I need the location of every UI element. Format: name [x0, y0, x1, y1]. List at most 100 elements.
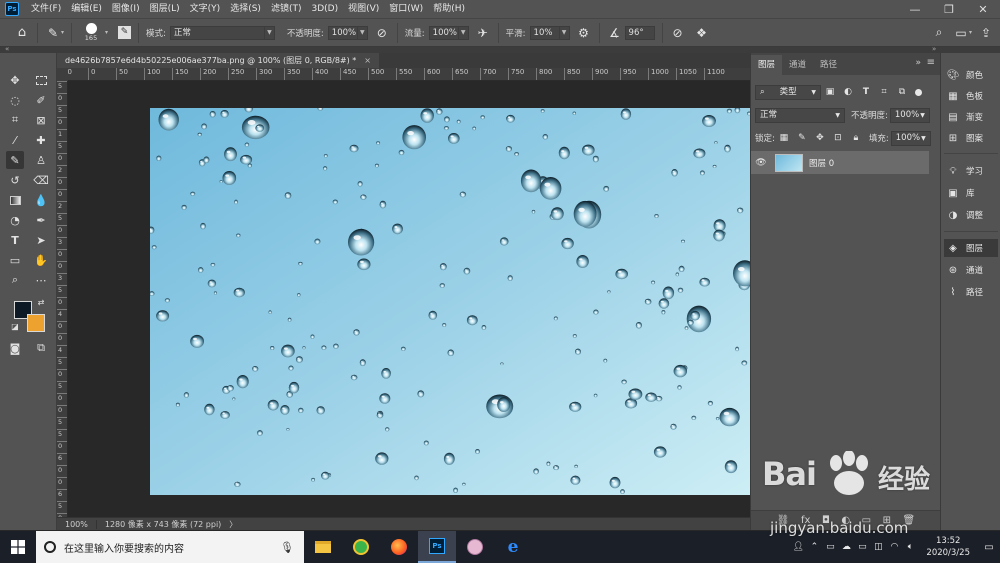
home-button[interactable]: ⌂: [14, 25, 30, 40]
quick-mask-icon[interactable]: ◙: [6, 339, 24, 357]
pen-tool-icon[interactable]: ✒: [32, 211, 50, 229]
chevron-up-icon[interactable]: ⌃: [806, 542, 822, 552]
new-layer-icon[interactable]: ⊞: [883, 515, 891, 526]
cloud-icon[interactable]: ☁: [838, 542, 854, 552]
restore-icon[interactable]: ❐: [932, 0, 966, 18]
taskbar-photoshop[interactable]: Ps: [418, 531, 456, 563]
clone-stamp-tool-icon[interactable]: ♙: [32, 151, 50, 169]
volume-icon[interactable]: 🔈︎: [902, 542, 918, 552]
angle-field[interactable]: 96°: [624, 25, 655, 40]
pressure-size-icon[interactable]: ⊘: [670, 26, 686, 40]
frame-tool-icon[interactable]: ⊠: [32, 111, 50, 129]
tab-channels[interactable]: 通道: [782, 55, 813, 75]
horizontal-ruler[interactable]: 5005010015020025030035040045050055060065…: [68, 68, 750, 81]
lock-position-icon[interactable]: ✥: [811, 133, 829, 143]
menu-filter[interactable]: 滤镜(T): [266, 0, 307, 18]
layer-row[interactable]: 👁︎ 图层 0: [751, 151, 929, 174]
start-button[interactable]: [0, 531, 36, 563]
vertical-ruler[interactable]: 5050150200250300350400450500550600650: [57, 81, 68, 517]
dodge-tool-icon[interactable]: ◔: [6, 211, 24, 229]
background-color-swatch[interactable]: [27, 314, 45, 332]
menu-layer[interactable]: 图层(L): [145, 0, 185, 18]
quick-select-tool-icon[interactable]: ✐: [32, 91, 50, 109]
chevron-down-icon[interactable]: ▾: [969, 29, 972, 36]
menu-select[interactable]: 选择(S): [225, 0, 266, 18]
menu-file[interactable]: 文件(F): [26, 0, 66, 18]
search-icon[interactable]: ⌕: [931, 25, 947, 40]
canvas-area[interactable]: [68, 81, 750, 517]
blend-mode-select[interactable]: 正常 ▼: [755, 107, 845, 123]
notification-icon[interactable]: ▭: [978, 531, 1000, 563]
brush-size-picker[interactable]: 165: [79, 23, 103, 42]
taskbar-search-input[interactable]: 在这里输入你要搜索的内容 🎙︎: [36, 531, 304, 563]
dock-item-libraries[interactable]: ▣ 库: [944, 184, 998, 202]
adjustment-layer-icon[interactable]: ◐: [841, 515, 850, 526]
lasso-tool-icon[interactable]: ◌: [6, 91, 24, 109]
workspace-icon[interactable]: ▭: [953, 26, 969, 40]
airbrush-icon[interactable]: ✈: [475, 26, 491, 40]
zoom-tool-icon[interactable]: ⌕: [6, 271, 24, 289]
zoom-level[interactable]: 100%: [57, 519, 97, 529]
brush-tool-preset[interactable]: ✎ ▾: [45, 26, 64, 40]
filter-type-icon[interactable]: T: [857, 87, 875, 97]
dock-item-gradients[interactable]: ▤ 渐变: [944, 108, 998, 126]
filter-pixel-icon[interactable]: ▣: [821, 87, 839, 97]
taskbar-edge[interactable]: e: [494, 531, 532, 563]
symmetry-icon[interactable]: ❖: [694, 26, 710, 40]
menu-view[interactable]: 视图(V): [343, 0, 384, 18]
dock-item-patterns[interactable]: ⊞ 图案: [944, 129, 998, 147]
taskbar-app-green[interactable]: [342, 531, 380, 563]
layer-opacity-field[interactable]: 100% ▼: [889, 107, 930, 123]
filter-toggle-icon[interactable]: [915, 88, 922, 96]
status-arrow-icon[interactable]: 〉: [229, 519, 237, 530]
menu-image[interactable]: 图像(I): [107, 0, 145, 18]
minimize-icon[interactable]: —: [898, 0, 932, 18]
new-group-icon[interactable]: ▭: [862, 515, 871, 526]
rectangle-tool-icon[interactable]: ▭: [6, 251, 24, 269]
clock[interactable]: 13:52 2020/3/25: [926, 535, 970, 559]
screen-mode-icon[interactable]: ⧉: [32, 339, 50, 357]
collapse-icon[interactable]: »: [915, 58, 921, 68]
menu-edit[interactable]: 编辑(E): [66, 0, 107, 18]
menu-3d[interactable]: 3D(D): [306, 0, 343, 18]
microphone-icon[interactable]: 🎙︎: [280, 541, 294, 554]
filter-smart-object-icon[interactable]: ⧉: [893, 87, 911, 97]
lock-transparent-icon[interactable]: ▦: [775, 133, 793, 143]
crop-tool-icon[interactable]: ⌗: [6, 111, 24, 129]
pressure-opacity-icon[interactable]: ⊘: [374, 26, 390, 40]
gradient-tool-icon[interactable]: [6, 191, 24, 209]
filter-adjustment-icon[interactable]: ◐: [839, 87, 857, 97]
input-icon[interactable]: ◫: [870, 542, 886, 552]
canvas-image[interactable]: [150, 108, 750, 495]
gear-icon[interactable]: ⚙: [576, 26, 592, 40]
path-select-tool-icon[interactable]: ➤: [32, 231, 50, 249]
flow-field[interactable]: 100% ▼: [428, 25, 469, 40]
people-icon[interactable]: 👤︎: [790, 542, 806, 552]
battery-icon[interactable]: ▭: [822, 542, 838, 552]
lock-image-icon[interactable]: ✎: [793, 133, 811, 143]
tab-paths[interactable]: 路径: [813, 55, 844, 75]
visibility-eye-icon[interactable]: 👁︎: [751, 158, 771, 168]
hand-tool-icon[interactable]: ✋: [32, 251, 50, 269]
history-brush-tool-icon[interactable]: ↺: [6, 171, 24, 189]
share-icon[interactable]: ⇪: [978, 26, 994, 40]
lock-all-icon[interactable]: 🔒︎: [847, 133, 865, 143]
layer-style-icon[interactable]: fx: [801, 515, 810, 526]
document-tab[interactable]: de4626b7857e6d4b50225e006ae377ba.png @ 1…: [57, 53, 379, 68]
smoothing-field[interactable]: 10% ▼: [529, 25, 570, 40]
collapse-right-icon[interactable]: »: [932, 45, 936, 53]
layer-name[interactable]: 图层 0: [809, 157, 834, 169]
opacity-field[interactable]: 100% ▼: [327, 25, 368, 40]
close-tab-icon[interactable]: ×: [364, 53, 371, 68]
close-icon[interactable]: ✕: [966, 0, 1000, 18]
dock-item-learn[interactable]: 💡︎ 学习: [944, 162, 998, 180]
taskbar-firefox[interactable]: [380, 531, 418, 563]
menu-type[interactable]: 文字(Y): [185, 0, 226, 18]
tab-layers[interactable]: 图层: [751, 55, 783, 75]
brush-tool-icon[interactable]: ✎: [6, 151, 24, 169]
link-layers-icon[interactable]: ⛓: [777, 515, 790, 526]
delete-layer-icon[interactable]: 🗑︎: [903, 515, 916, 526]
panel-menu-icon[interactable]: ≡: [927, 57, 935, 68]
menu-help[interactable]: 帮助(H): [428, 0, 470, 18]
add-mask-icon[interactable]: ◘: [822, 515, 830, 526]
